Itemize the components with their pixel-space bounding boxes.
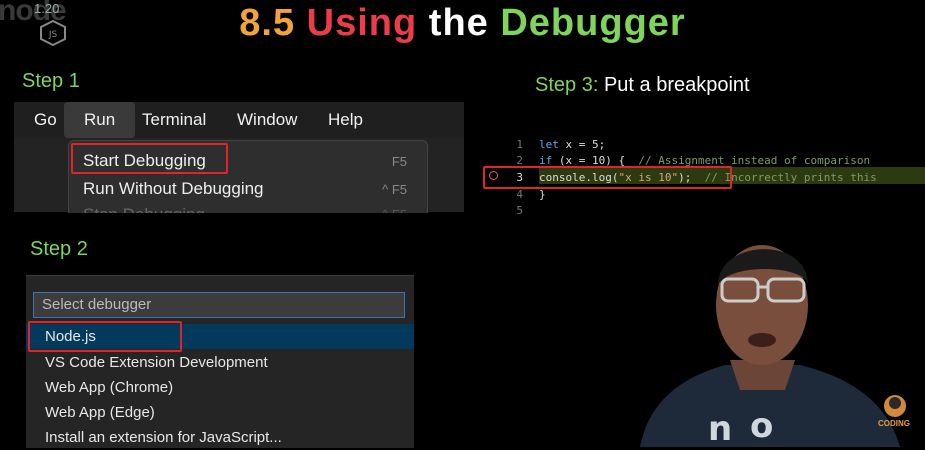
option-install-extension[interactable]: Install an extension for JavaScript... xyxy=(26,425,414,450)
code-line-5: 5 xyxy=(516,204,523,217)
svg-text:o: o xyxy=(750,406,773,446)
step1-label: Step 1 xyxy=(22,70,80,92)
step3-heading: Step 3: Put a breakpoint xyxy=(535,74,750,97)
shortcut-run-without-debugging: ^ F5 xyxy=(382,182,407,197)
menu-step-debugging[interactable]: Step Debugging xyxy=(83,205,205,213)
svg-text:n: n xyxy=(708,409,732,447)
shortcut-start-debugging: F5 xyxy=(391,154,407,169)
channel-logo: CODING xyxy=(874,390,916,432)
step3-text: Put a breakpoint xyxy=(603,74,750,96)
menu-go[interactable]: Go xyxy=(34,102,57,138)
shortcut-step-debugging: ^ F5 xyxy=(382,207,407,213)
step3-label: Step 3: xyxy=(535,74,599,96)
channel-logo-text: CODING xyxy=(878,419,910,428)
menu-run-without-debugging[interactable]: Run Without Debugging xyxy=(83,179,264,199)
title-word-the: the xyxy=(428,2,489,44)
code-line-1: 1 let x = 5; xyxy=(516,138,606,151)
menu-help[interactable]: Help xyxy=(328,102,363,138)
option-web-app-edge[interactable]: Web App (Edge) xyxy=(26,400,414,425)
highlight-nodejs xyxy=(28,321,182,352)
title-number: 8.5 xyxy=(239,2,296,44)
title-word-using: Using xyxy=(306,2,418,44)
option-vscode-extension[interactable]: VS Code Extension Development xyxy=(26,350,414,375)
debugger-picker: Select debugger Node.js VS Code Extensio… xyxy=(26,275,414,448)
step2-label: Step 2 xyxy=(30,238,88,260)
menu-terminal[interactable]: Terminal xyxy=(142,102,206,138)
highlight-start-debugging xyxy=(71,143,228,174)
video-title: 8.5 Using the Debugger xyxy=(0,0,925,46)
title-word-debugger: Debugger xyxy=(500,2,686,44)
menu-window[interactable]: Window xyxy=(237,102,297,138)
option-web-app-chrome[interactable]: Web App (Chrome) xyxy=(26,375,414,400)
highlight-breakpoint-line xyxy=(483,166,732,189)
menu-run[interactable]: Run xyxy=(64,102,136,138)
menu-bar: Go Run Terminal Window Help xyxy=(14,102,464,138)
select-debugger-input[interactable]: Select debugger xyxy=(33,292,405,318)
